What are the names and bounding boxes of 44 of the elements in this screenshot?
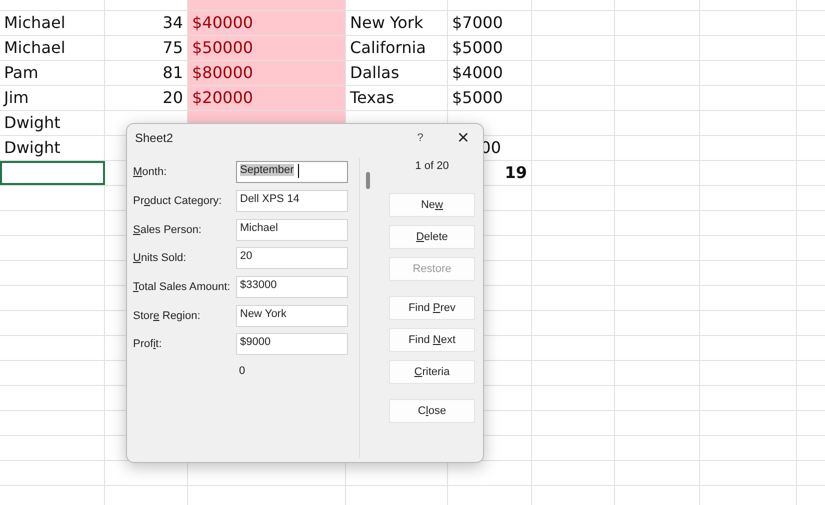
table-cell: Dwight (0, 136, 105, 160)
table-cell: Dallas (346, 61, 448, 85)
table-cell: $4000 (448, 61, 532, 85)
input-field[interactable]: $33000 (236, 276, 348, 298)
selected-cell[interactable] (0, 161, 105, 185)
dialog-button[interactable]: Find Next (389, 328, 475, 352)
dialog-button[interactable]: Criteria (389, 360, 475, 384)
table-cell: Dwight (0, 111, 105, 135)
table-cell: $40000 (188, 11, 346, 35)
computed-value: 0 (238, 364, 246, 377)
field-label: Total Sales Amount: (133, 281, 232, 294)
table-cell: Jim (0, 86, 105, 110)
table-cell: $80000 (188, 61, 346, 85)
record-counter: 1 of 20 (415, 160, 449, 174)
table-cell: California (346, 36, 448, 60)
field-label: Units Sold: (133, 252, 188, 264)
field-label: Month: (133, 166, 168, 178)
table-cell: $7000 (448, 11, 532, 35)
dialog-button[interactable]: New (389, 193, 475, 217)
table-cell: $5000 (448, 86, 532, 110)
input-field[interactable]: Michael (236, 218, 348, 241)
table-cell: $50000 (188, 36, 346, 60)
help-button[interactable]: ? (417, 132, 424, 144)
input-field[interactable]: New York (236, 304, 348, 327)
input-field[interactable]: September (236, 161, 348, 184)
field-label: Profit: (133, 338, 163, 350)
dialog-button[interactable]: Find Prev (389, 296, 475, 320)
table-cell: Michael (0, 36, 105, 60)
field-label: Product Category: (133, 195, 223, 208)
field-label: Store Region: (133, 310, 202, 322)
table-cell: Michael (0, 11, 105, 35)
table-cell: $20000 (188, 86, 346, 110)
table-cell: Texas (346, 86, 448, 110)
dialog-button[interactable]: Close (389, 399, 475, 423)
dialog-title: Sheet2 (135, 131, 174, 145)
input-field[interactable]: 20 (236, 247, 348, 270)
dialog-button[interactable]: Delete (389, 225, 475, 249)
input-field[interactable]: Dell XPS 14 (236, 190, 348, 212)
scrollbar-thumb[interactable] (366, 172, 370, 189)
input-field[interactable]: $9000 (236, 333, 348, 356)
table-cell: Pam (0, 61, 105, 85)
table-cell: New York (346, 11, 448, 35)
field-label: Sales Person: (133, 224, 202, 236)
table-cell: $5000 (448, 36, 532, 60)
